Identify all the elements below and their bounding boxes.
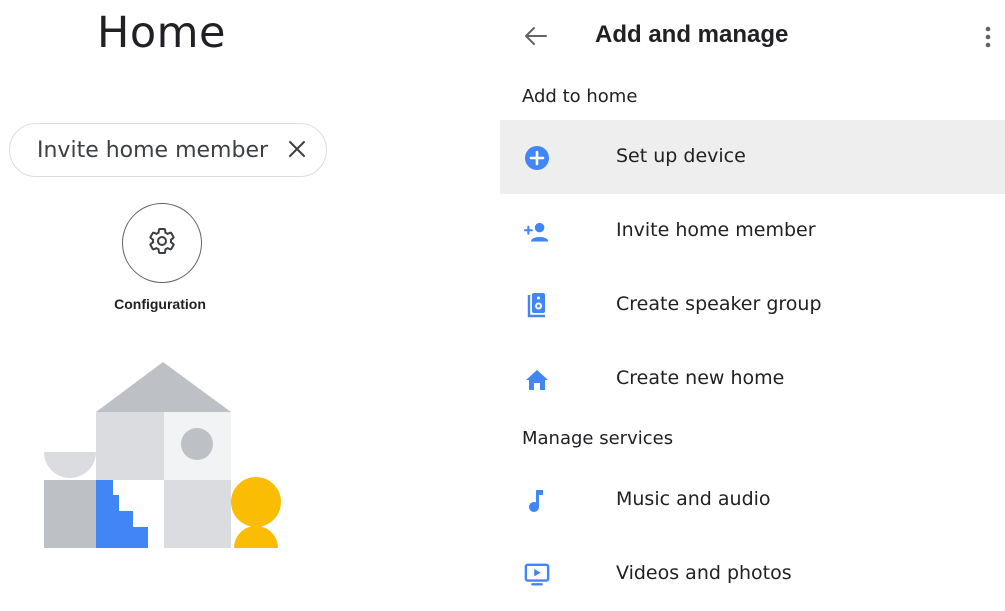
home-icon xyxy=(524,367,550,393)
menu-item-set-up-device[interactable]: Set up device xyxy=(500,120,1005,194)
home-panel: Home Invite home member Configuration xyxy=(0,0,340,584)
section-header-manage-services: Manage services xyxy=(522,428,674,449)
music-note-icon xyxy=(524,488,550,514)
chip-label: Invite home member xyxy=(37,137,269,163)
menu-item-label: Set up device xyxy=(616,145,746,167)
menu-item-music-and-audio[interactable]: Music and audio xyxy=(500,463,1005,537)
house-illustration xyxy=(44,362,281,548)
menu-item-label: Videos and photos xyxy=(616,562,792,584)
more-vert-icon[interactable] xyxy=(978,22,998,52)
speaker-icon xyxy=(524,293,550,319)
page-title: Add and manage xyxy=(595,21,789,48)
menu-item-label: Invite home member xyxy=(616,219,816,241)
person-add-icon xyxy=(524,219,550,245)
menu-item-label: Create speaker group xyxy=(616,293,822,315)
configuration-button[interactable] xyxy=(122,203,202,283)
menu-item-create-speaker-group[interactable]: Create speaker group xyxy=(500,268,1005,342)
add-circle-icon xyxy=(524,145,550,171)
page-title: Home xyxy=(97,8,226,58)
menu-item-create-new-home[interactable]: Create new home xyxy=(500,342,1005,416)
configuration-label: Configuration xyxy=(114,296,206,312)
menu-item-label: Create new home xyxy=(616,367,785,389)
invite-home-member-chip[interactable]: Invite home member xyxy=(9,123,327,177)
video-screen-icon xyxy=(524,562,550,588)
section-header-add-to-home: Add to home xyxy=(522,86,638,107)
menu-item-videos-and-photos[interactable]: Videos and photos xyxy=(500,537,1005,611)
add-and-manage-panel: Add and manage Add to home Set up device xyxy=(500,0,1005,586)
top-app-bar: Add and manage xyxy=(500,0,1005,76)
back-arrow-icon[interactable] xyxy=(522,22,550,50)
menu-item-invite-home-member[interactable]: Invite home member xyxy=(500,194,1005,268)
menu-item-label: Music and audio xyxy=(616,488,771,510)
close-icon[interactable] xyxy=(284,136,310,162)
gear-icon xyxy=(147,226,177,261)
